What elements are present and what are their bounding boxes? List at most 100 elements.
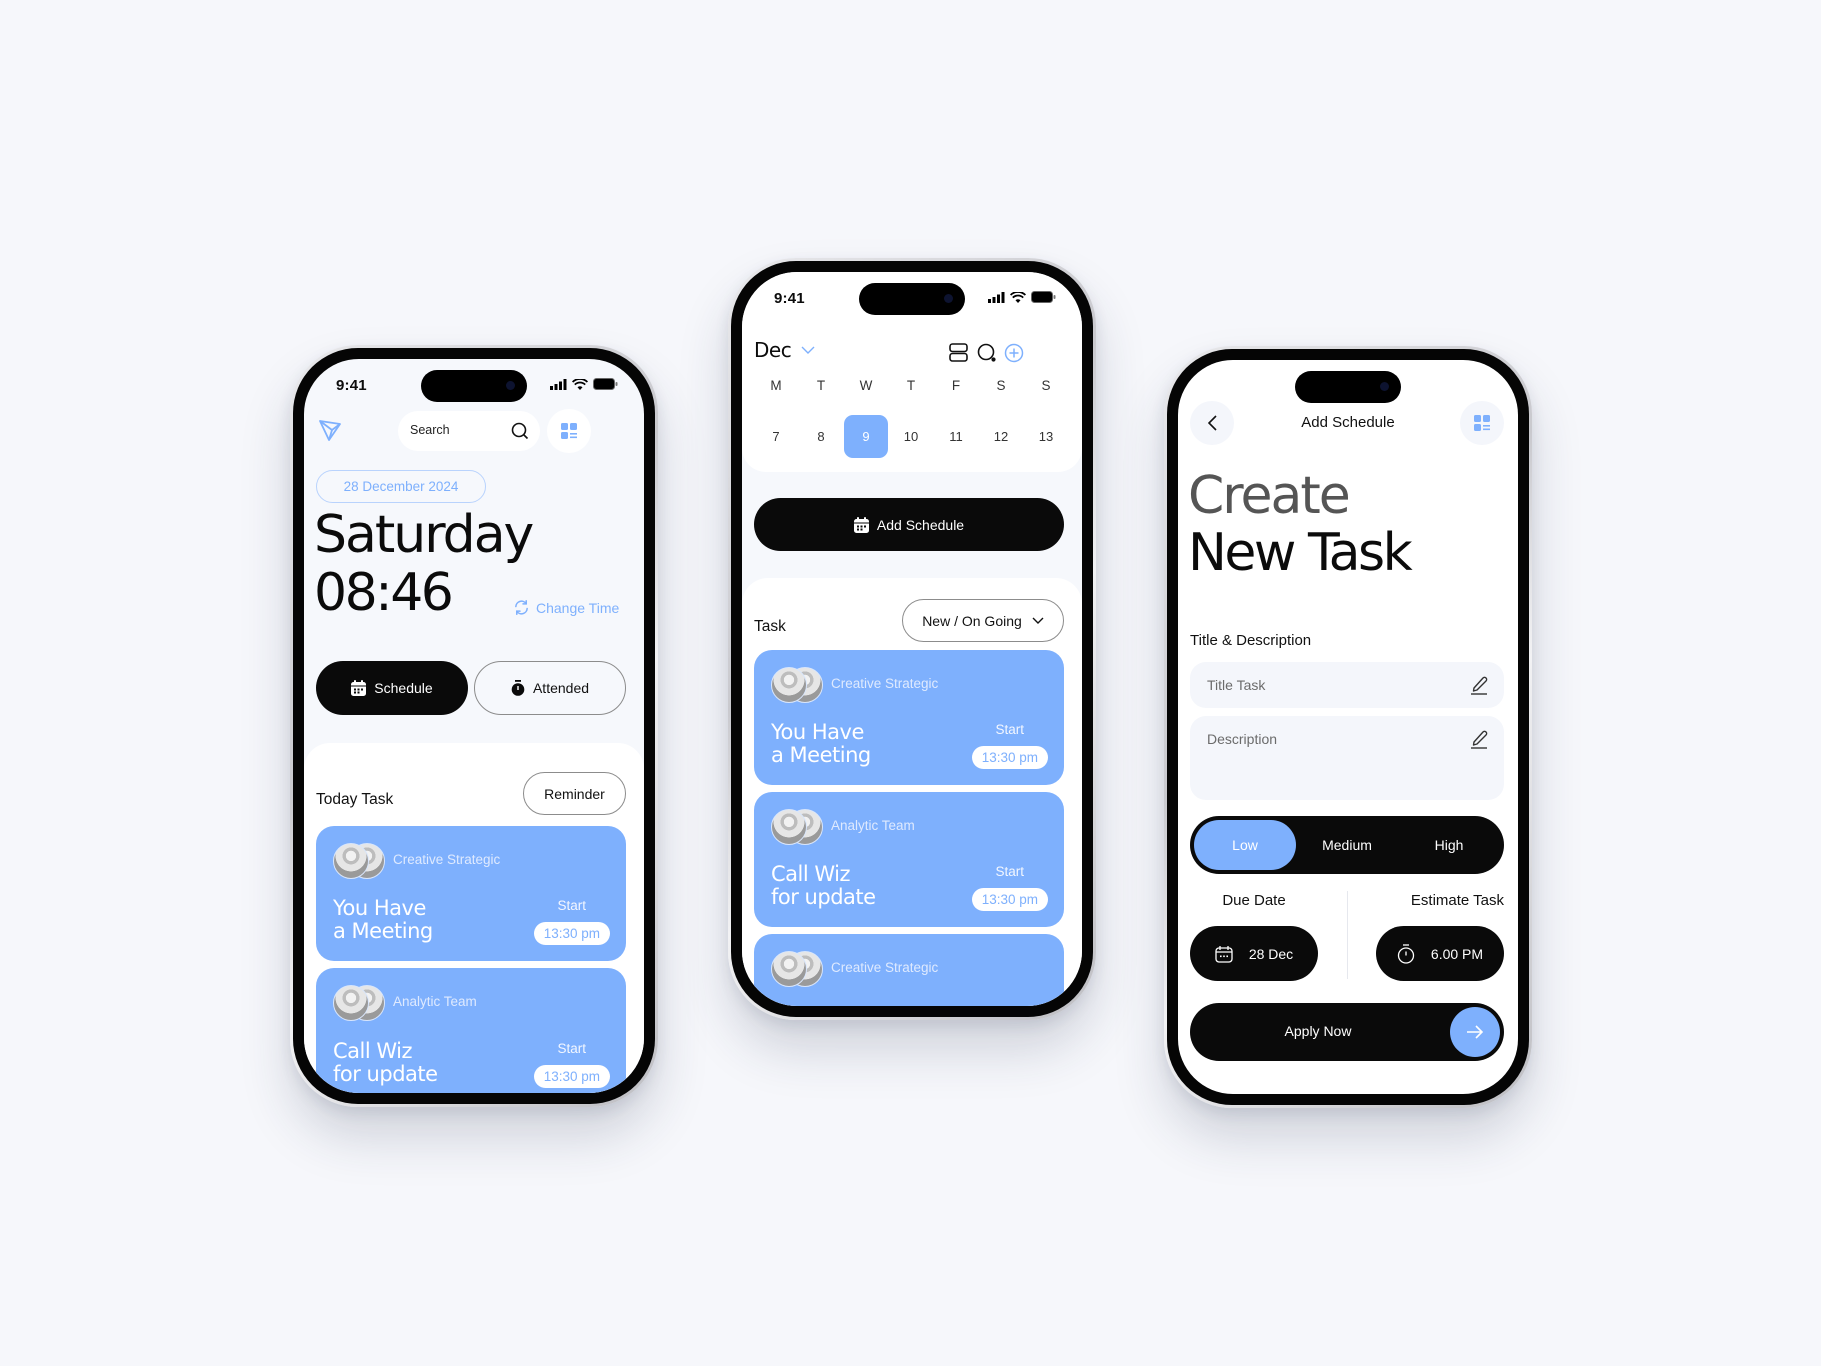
date-cell-selected[interactable]: 9 (844, 415, 888, 458)
date-cell[interactable]: 8 (799, 415, 843, 458)
due-date-button[interactable]: 28 Dec (1190, 926, 1318, 981)
grid-menu-icon (561, 423, 577, 439)
task-title: You Have a Meeting (771, 720, 871, 767)
calendar-icon (351, 680, 367, 696)
date-cell[interactable]: 13 (1024, 415, 1068, 458)
pencil-icon[interactable] (1470, 675, 1488, 695)
date-cell[interactable]: 11 (934, 415, 978, 458)
avatar (771, 667, 807, 703)
weekday-label: T (906, 378, 916, 393)
apply-now-button[interactable]: Apply Now (1190, 1003, 1504, 1061)
phone-calendar: 9:41 Dec M T W T F S S 7 8 9 10 11 12 13… (728, 258, 1096, 1020)
refresh-icon (513, 599, 530, 616)
status-icons (988, 291, 1056, 303)
change-time-link[interactable]: Change Time (513, 599, 619, 616)
priority-selector: Low Medium High (1190, 816, 1504, 874)
calendar-outline-icon (1215, 945, 1233, 963)
reminder-button[interactable]: Reminder (523, 772, 626, 815)
avatar (771, 951, 807, 987)
task-card[interactable]: Creative Strategic You Have a Meeting St… (316, 826, 626, 961)
estimate-button[interactable]: 6.00 PM (1376, 926, 1504, 981)
stopwatch-icon (511, 680, 525, 696)
search-placeholder: Search (410, 423, 450, 437)
calendar-screen: 9:41 Dec M T W T F S S 7 8 9 10 11 12 13… (742, 272, 1082, 1006)
battery-icon (1031, 291, 1056, 303)
task-start-label: Start (557, 1041, 586, 1056)
priority-option-medium[interactable]: Medium (1296, 820, 1398, 870)
stopwatch-outline-icon (1397, 943, 1415, 964)
month-selector[interactable]: Dec (754, 338, 815, 362)
wifi-icon (572, 378, 588, 390)
heading-new-task: New Task (1188, 523, 1413, 583)
chevron-down-icon (801, 346, 815, 354)
task-start-label: Start (557, 898, 586, 913)
attended-button[interactable]: Attended (474, 661, 626, 715)
title-task-input[interactable]: Title Task (1190, 662, 1504, 708)
avatar (771, 809, 807, 845)
status-time: 9:41 (774, 290, 805, 307)
description-input[interactable]: Description (1190, 716, 1504, 800)
estimate-label: Estimate Task (1410, 892, 1504, 909)
task-team: Analytic Team (831, 818, 915, 833)
task-card[interactable]: Analytic Team Call Wiz for update Start … (316, 968, 626, 1093)
task-card[interactable]: Analytic Team Call Wiz for update Start … (754, 792, 1064, 927)
avatar-group (333, 843, 385, 879)
avatar (333, 843, 369, 879)
date-badge: 28 December 2024 (316, 470, 486, 503)
date-row: 7 8 9 10 11 12 13 (754, 415, 1068, 458)
task-card[interactable]: Creative Strategic You Have a Meeting St… (754, 650, 1064, 785)
weekday-label: T (816, 378, 826, 393)
date-cell[interactable]: 12 (979, 415, 1023, 458)
task-title: Call Wiz for update (333, 1039, 438, 1086)
date-cell[interactable]: 10 (889, 415, 933, 458)
weekday-label: W (859, 378, 873, 393)
search-icon[interactable] (977, 343, 997, 363)
section-label: Title & Description (1190, 632, 1312, 649)
add-circle-icon[interactable] (1004, 343, 1024, 363)
month-label: Dec (754, 338, 792, 362)
status-filter-dropdown[interactable]: New / On Going (902, 599, 1064, 642)
heading-create: Create (1188, 466, 1351, 526)
weekday-label: S (1041, 378, 1051, 393)
today-task-title: Today Task (316, 791, 394, 808)
schedule-button[interactable]: Schedule (316, 661, 468, 715)
grid-menu-button[interactable] (547, 409, 591, 453)
phone-home: 9:41 Search 28 December 2024 Saturday 08… (290, 345, 658, 1107)
priority-option-high[interactable]: High (1398, 820, 1500, 870)
task-time-badge: 13:30 pm (533, 1065, 610, 1088)
grid-menu-icon (1474, 415, 1490, 431)
avatar-group (333, 985, 385, 1021)
dynamic-island (421, 370, 527, 402)
time-heading: 08:46 (314, 563, 454, 623)
search-icon[interactable] (511, 422, 529, 440)
grid-menu-button[interactable] (1460, 401, 1504, 445)
date-cell[interactable]: 7 (754, 415, 798, 458)
task-start-label: Start (995, 722, 1024, 737)
chevron-down-icon (1032, 617, 1044, 624)
calendar-icon (853, 516, 869, 533)
task-title: You Have a Meeting (333, 896, 433, 943)
home-screen: 9:41 Search 28 December 2024 Saturday 08… (304, 359, 644, 1093)
battery-icon (593, 378, 618, 390)
task-team: Creative Strategic (831, 960, 939, 975)
arrow-right-icon (1450, 1007, 1500, 1057)
task-time-badge: 13:30 pm (971, 888, 1048, 911)
dynamic-island (1295, 371, 1401, 403)
wifi-icon (1010, 291, 1026, 303)
status-time: 9:41 (336, 377, 367, 394)
task-team: Analytic Team (393, 994, 477, 1009)
layout-toggle-icon[interactable] (949, 343, 968, 362)
task-card[interactable]: Creative Strategic (754, 934, 1064, 1006)
add-schedule-button[interactable]: Add Schedule (754, 498, 1064, 551)
search-input[interactable]: Search (398, 411, 540, 451)
task-start-label: Start (995, 864, 1024, 879)
avatar-group (771, 667, 823, 703)
task-time-badge: 13:30 pm (971, 746, 1048, 769)
add-schedule-screen: Add Schedule Create New Task Title & Des… (1178, 360, 1518, 1094)
task-team: Creative Strategic (393, 852, 501, 867)
priority-option-low[interactable]: Low (1194, 820, 1296, 870)
diamond-logo-icon[interactable] (318, 418, 342, 442)
pencil-icon[interactable] (1470, 729, 1488, 749)
task-section-title: Task (754, 618, 786, 635)
dynamic-island (859, 283, 965, 315)
